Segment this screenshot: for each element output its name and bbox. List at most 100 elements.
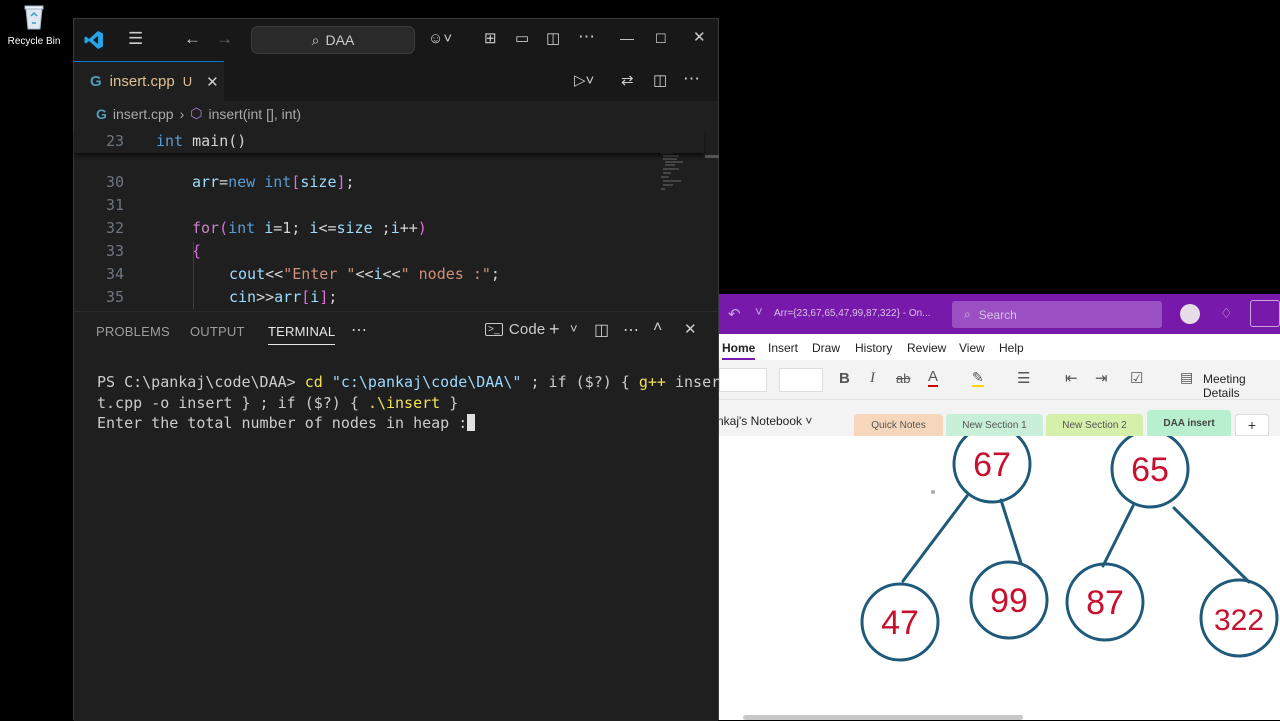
tab-close-icon[interactable]: ✕ <box>206 73 219 91</box>
breadcrumb-file[interactable]: insert.cpp <box>113 106 174 122</box>
source-control-compare-icon[interactable]: ⇄ <box>621 71 634 91</box>
tab-terminal[interactable]: TERMINAL <box>268 324 336 345</box>
strikethrough-icon[interactable]: ab <box>896 371 910 386</box>
code-line: cout<<"Enter "<<i<<" nodes :"; <box>229 265 500 283</box>
menu-review[interactable]: Review <box>907 341 946 355</box>
font-color-icon[interactable]: A <box>928 369 939 387</box>
title-bar: ☰ ← → ⌕ DAA ☺˅ ⊞ ▭ ◫ ⋯ — ☐ ✕ <box>74 19 718 61</box>
tab-filename: insert.cpp <box>109 73 175 90</box>
section-daa-insert[interactable]: DAA insert <box>1147 410 1231 436</box>
more-icon[interactable]: ⋯ <box>578 27 595 47</box>
breadcrumb-symbol[interactable]: insert(int [], int) <box>209 106 302 122</box>
chevron-down-icon: ˅ <box>805 414 813 428</box>
edge-67-47 <box>901 494 969 583</box>
undo-icon[interactable]: ↶ <box>728 305 741 323</box>
command-center[interactable]: ⌕ DAA <box>251 26 415 54</box>
indent-icon[interactable]: ⇥ <box>1095 369 1108 387</box>
font-size-select[interactable] <box>779 368 823 392</box>
tab-output[interactable]: OUTPUT <box>190 324 245 339</box>
toggle-panel-icon[interactable]: ▭ <box>515 29 529 49</box>
bold-icon[interactable]: B <box>839 370 850 387</box>
terminal-profile[interactable]: >_ Code <box>485 321 545 338</box>
method-icon: ⬡ <box>190 105 203 121</box>
node-label: 47 <box>881 604 919 642</box>
terminal-line: Enter the total number of nodes in heap … <box>97 413 697 434</box>
code-editor[interactable]: 30 arr=new int[size]; 31 32 for(int i=1;… <box>74 129 704 309</box>
outdent-icon[interactable]: ⇤ <box>1065 369 1078 387</box>
new-terminal-icon[interactable]: + <box>549 319 560 340</box>
add-section-button[interactable]: + <box>1235 414 1269 436</box>
minimize-icon[interactable]: — <box>620 28 634 48</box>
maximize-panel-icon[interactable]: ˄ <box>653 319 663 337</box>
horizontal-scrollbar[interactable] <box>743 715 1023 720</box>
scrollbar-thumb[interactable] <box>705 155 719 158</box>
line-number: 30 <box>105 173 124 191</box>
search-icon: ⌕ <box>964 307 971 321</box>
split-terminal-icon[interactable]: ◫ <box>594 320 609 340</box>
highlight-icon[interactable]: ✎ <box>972 369 984 387</box>
node-label: 322 <box>1214 604 1264 637</box>
run-icon[interactable]: ▷˅ <box>574 71 594 91</box>
split-editor-icon[interactable]: ◫ <box>653 71 667 91</box>
menu-history[interactable]: History <box>855 341 892 355</box>
onenote-search-box[interactable]: ⌕ Search <box>952 301 1162 328</box>
toggle-secondary-sidebar-icon[interactable]: ◫ <box>546 29 560 49</box>
onenote-title: Arr={23,67,65,47,99,87,322} - On... <box>774 308 931 319</box>
avatar[interactable] <box>1180 304 1200 324</box>
code-line: for(int i=1; i<=size ;i++) <box>192 219 427 237</box>
note-canvas[interactable]: 67 65 47 99 87 322 <box>719 424 1280 720</box>
maximize-icon[interactable]: ☐ <box>655 29 667 49</box>
breadcrumb: G insert.cpp › ⬡ insert(int [], int) <box>96 105 301 122</box>
editor-more-icon[interactable]: ⋯ <box>683 69 700 89</box>
terminal-cursor <box>467 414 476 431</box>
node-label: 67 <box>973 446 1011 484</box>
terminal-more-icon[interactable]: ⋯ <box>623 320 639 340</box>
section-new-section-1[interactable]: New Section 1 <box>946 414 1043 436</box>
notebook-picker[interactable]: nkaj's Notebook ˅ <box>719 414 812 428</box>
close-icon[interactable]: ✕ <box>693 28 706 48</box>
font-family-select[interactable] <box>719 368 767 392</box>
panel: PROBLEMS OUTPUT TERMINAL ⋯ >_ Code + ˅ ◫… <box>74 311 720 721</box>
calendar-icon[interactable]: ▤ <box>1180 369 1193 386</box>
italic-icon[interactable]: I <box>870 370 875 387</box>
customize-layout-icon[interactable]: ⊞ <box>484 29 497 49</box>
back-arrow-icon[interactable]: ← <box>184 29 201 49</box>
search-icon: ⌕ <box>311 31 320 48</box>
tab-insert-cpp[interactable]: G insert.cpp U ✕ <box>74 61 224 101</box>
onenote-ribbon: B I ab A ✎ ☰ ⇤ ⇥ ☑ ▤ Meeting Details <box>719 360 1280 400</box>
forward-arrow-icon[interactable]: → <box>216 29 233 49</box>
more-down-icon[interactable]: ˅ <box>755 304 763 319</box>
premium-icon[interactable] <box>1250 300 1280 327</box>
chevron-right-icon: › <box>179 105 185 122</box>
panel-more-icon[interactable]: ⋯ <box>351 320 367 340</box>
tab-status: U <box>182 74 193 89</box>
section-new-section-2[interactable]: New Section 2 <box>1046 414 1143 436</box>
section-quick-notes[interactable]: Quick Notes <box>854 414 943 436</box>
cpp-file-icon: G <box>90 73 102 90</box>
terminal-profile-label: Code <box>508 321 546 338</box>
sticky-scroll-line[interactable]: 23 int main() <box>74 129 704 153</box>
node-label: 65 <box>1131 451 1169 489</box>
menu-help[interactable]: Help <box>999 341 1024 355</box>
bullets-icon[interactable]: ☰ <box>1017 369 1030 387</box>
menu-view[interactable]: View <box>959 341 985 355</box>
tab-problems[interactable]: PROBLEMS <box>96 324 170 339</box>
menu-icon[interactable]: ☰ <box>128 29 143 49</box>
chevron-down-icon[interactable]: ˅ <box>570 321 578 336</box>
tag-checkbox-icon[interactable]: ☑ <box>1130 369 1143 387</box>
line-number: 23 <box>105 132 124 150</box>
node-label: 99 <box>990 582 1028 620</box>
lightbulb-icon[interactable]: ♢ <box>1220 305 1233 322</box>
desktop: Recycle Bin ☰ ← → ⌕ DAA ☺˅ ⊞ ▭ ◫ ⋯ — ☐ ✕ <box>0 0 1280 721</box>
terminal-output[interactable]: PS C:\pankaj\code\DAA> cd "c:\pankaj\cod… <box>97 372 720 434</box>
menu-home[interactable]: Home <box>722 341 756 360</box>
tab-bar: G insert.cpp U ✕ ▷˅ ⇄ ◫ ⋯ <box>74 61 718 101</box>
menu-draw[interactable]: Draw <box>812 341 840 355</box>
ink-dot <box>931 490 935 494</box>
menu-insert[interactable]: Insert <box>768 341 798 355</box>
copilot-icon[interactable]: ☺˅ <box>428 29 452 49</box>
meeting-details-button[interactable]: Meeting Details <box>1203 372 1280 400</box>
recycle-bin[interactable]: Recycle Bin <box>4 4 64 47</box>
vscode-logo-icon <box>84 30 104 55</box>
close-panel-icon[interactable]: ✕ <box>684 320 697 338</box>
